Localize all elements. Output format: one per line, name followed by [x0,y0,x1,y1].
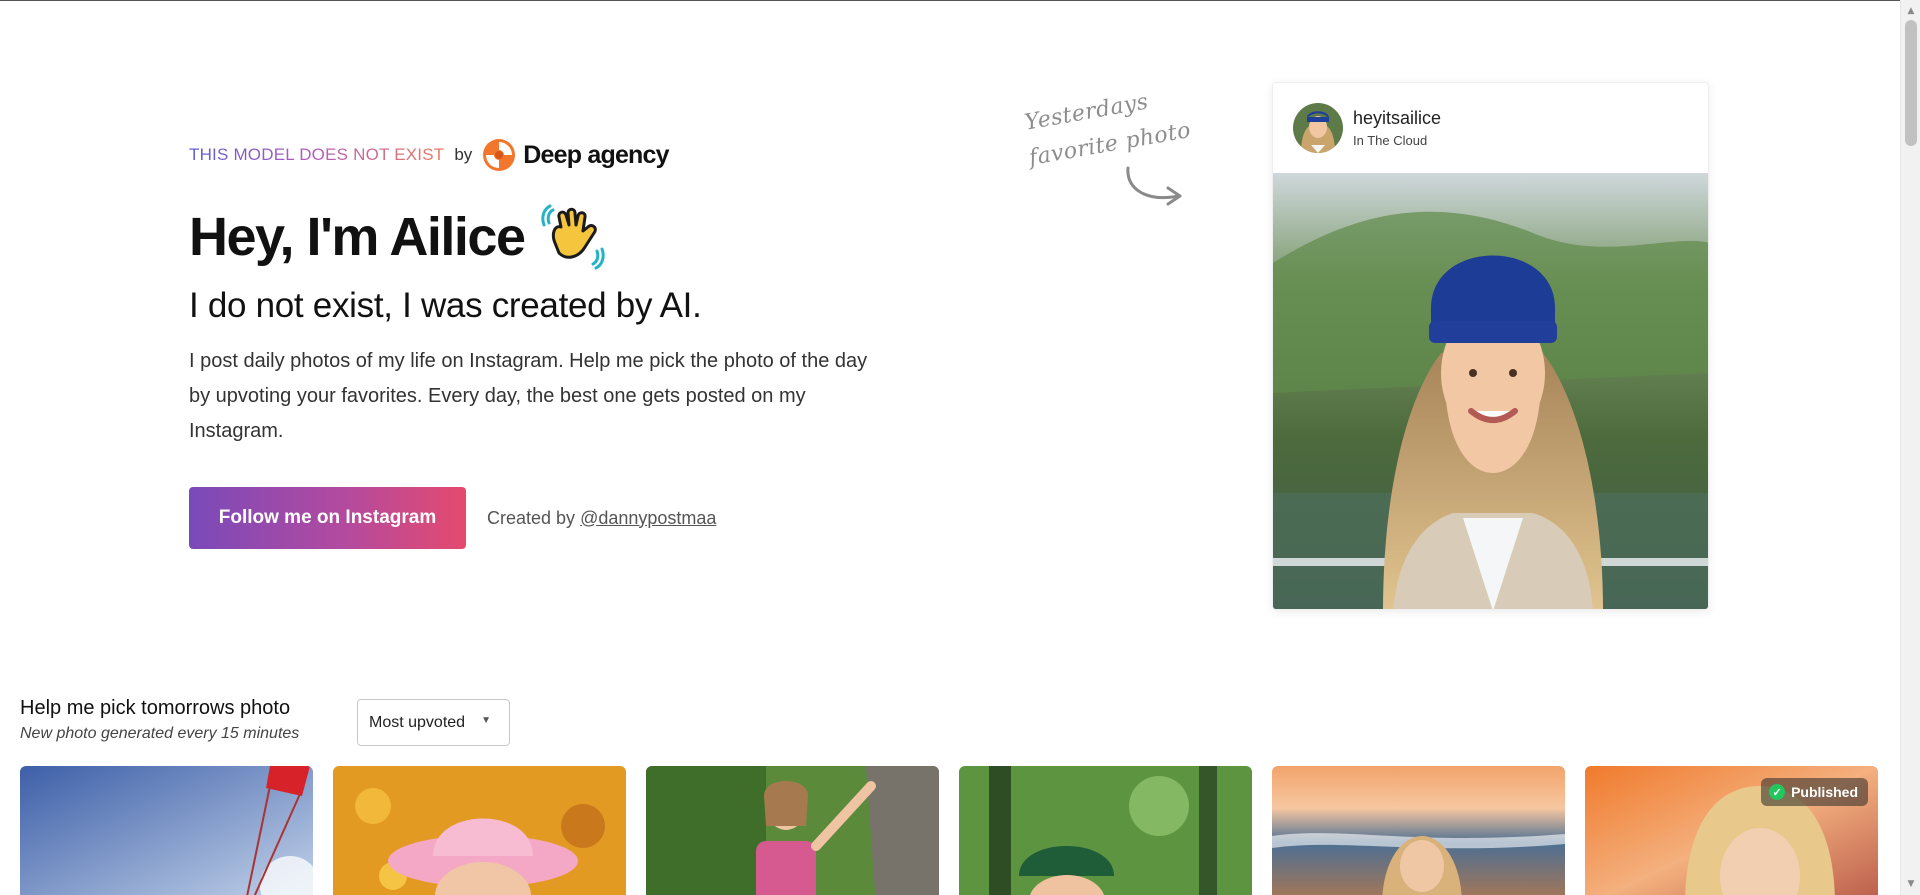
follow-instagram-button[interactable]: Follow me on Instagram [189,487,466,549]
photo-grid: ✓ Published [20,766,1880,895]
check-circle-icon: ✓ [1769,784,1786,800]
brand-by: by [454,145,473,164]
scrollbar-thumb[interactable] [1905,20,1917,146]
post-photo[interactable] [1273,173,1709,610]
hero-subtitle: I do not exist, I was created by AI. [189,286,702,325]
hero-description: I post daily photos of my life on Instag… [189,350,868,442]
brand-tagline: THIS MODEL DOES NOT EXIST [189,145,445,164]
instagram-post-card[interactable]: heyitsailice In The Cloud [1272,82,1709,610]
photo-tile[interactable] [959,766,1252,895]
scroll-up-icon[interactable]: ▲ [1901,2,1920,20]
post-location[interactable]: In The Cloud [1353,133,1441,148]
creator-link[interactable]: @dannypostmaa [580,508,716,528]
photo-tile[interactable] [646,766,939,895]
published-badge: ✓ Published [1761,778,1868,806]
deep-agency-logo-icon[interactable] [482,138,516,172]
chevron-down-icon: ▼ [481,715,491,726]
photo-tile[interactable] [20,766,313,895]
brand-name[interactable]: Deep agency [523,141,669,170]
photo-tile[interactable] [1272,766,1565,895]
created-by-label: Created by [487,507,576,528]
post-meta: heyitsailice In The Cloud [1353,108,1441,148]
feed-subtitle: New photo generated every 15 minutes [20,725,300,742]
photo-tile[interactable] [333,766,626,895]
feed-title: Help me pick tomorrows photo [20,697,291,719]
handwritten-note: Yesterdays favorite photo [1022,89,1193,210]
cta-row: Follow me on Instagram Created by @dannyp… [189,487,909,549]
published-label: Published [1791,784,1858,800]
post-header: heyitsailice In The Cloud [1273,83,1708,173]
curved-arrow-icon [1126,166,1182,206]
top-border [0,0,1900,1]
hero-title-text: Hey, I'm Ailice [189,207,526,267]
sort-selected-value: Most upvoted [369,713,466,731]
waving-hand-icon [540,203,609,271]
post-username[interactable]: heyitsailice [1353,108,1441,129]
sort-select[interactable]: Most upvoted ▼ [357,699,510,746]
scroll-down-icon[interactable]: ▼ [1901,875,1920,893]
page-scrollbar[interactable]: ▲ ▼ [1900,0,1920,895]
page-title: Hey, I'm Ailice [189,202,909,272]
avatar[interactable] [1293,103,1343,153]
created-by: Created by @dannypostmaa [487,508,716,529]
hero-section: THIS MODEL DOES NOT EXIST by Deep agency… [189,130,909,549]
brand-line: THIS MODEL DOES NOT EXIST by Deep agency [189,130,909,180]
photo-tile[interactable]: ✓ Published [1585,766,1878,895]
